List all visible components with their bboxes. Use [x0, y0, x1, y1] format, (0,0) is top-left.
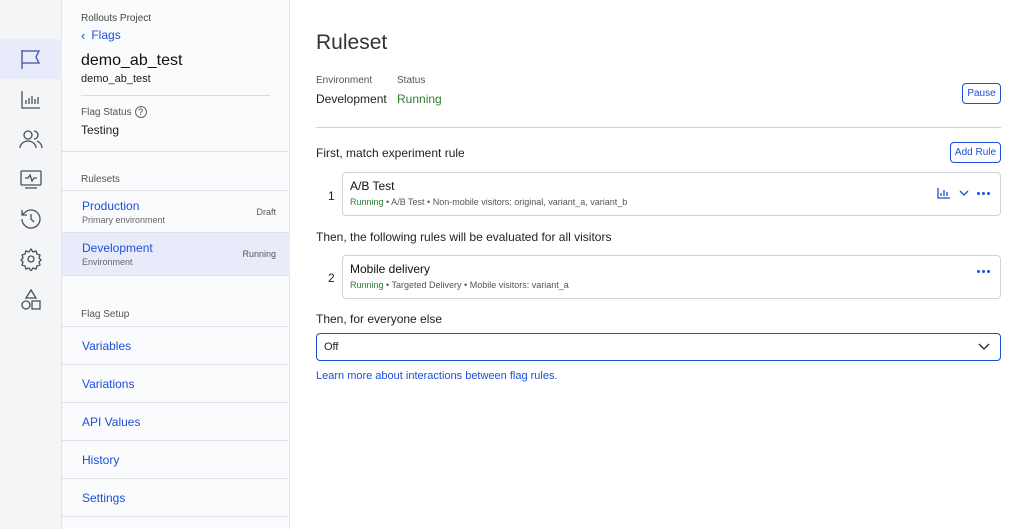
rule-meta: Running • A/B Test • Non-mobile visitors… — [350, 197, 627, 207]
monitor-pulse-icon — [20, 170, 42, 189]
icon-rail — [0, 0, 62, 529]
status-label: Status — [397, 75, 426, 86]
gear-icon — [20, 247, 42, 271]
rule-status: Running — [350, 197, 384, 207]
rule-details: • Targeted Delivery • Mobile visitors: v… — [383, 280, 569, 290]
flag-icon — [21, 50, 41, 69]
rule-number: 2 — [328, 271, 335, 285]
everyone-else-select[interactable]: Off — [316, 333, 1001, 361]
ruleset-production[interactable]: Production Primary environment Draft — [62, 191, 290, 233]
flag-sidebar: Rollouts Project ‹ Flags demo_ab_test de… — [62, 0, 290, 529]
more-options-icon[interactable] — [977, 270, 990, 273]
setup-settings[interactable]: Settings — [62, 478, 290, 516]
rule-meta: Running • Targeted Delivery • Mobile vis… — [350, 280, 569, 290]
flag-name: demo_ab_test — [81, 52, 183, 69]
setup-history[interactable]: History — [62, 440, 290, 478]
then-rules-heading: Then, the following rules will be evalua… — [316, 230, 612, 244]
first-rule-heading: First, match experiment rule — [316, 146, 465, 160]
more-options-icon[interactable] — [977, 191, 990, 195]
rail-shapes[interactable] — [0, 280, 62, 320]
everyone-else-heading: Then, for everyone else — [316, 312, 443, 326]
rulesets-label: Rulesets — [81, 174, 120, 185]
ruleset-state: Running — [242, 249, 276, 259]
help-icon[interactable]: ? — [134, 106, 147, 118]
environment-label: Environment — [316, 75, 373, 86]
rail-reports[interactable] — [0, 79, 62, 119]
environment-value: Development — [316, 92, 387, 106]
back-label: Flags — [91, 28, 121, 42]
add-rule-button[interactable]: Add Rule — [950, 142, 1001, 163]
setup-variables[interactable]: Variables — [62, 326, 290, 364]
learn-more-link[interactable]: Learn more about interactions between fl… — [316, 370, 558, 382]
ruleset-sub: Primary environment — [82, 215, 166, 225]
back-to-flags-link[interactable]: ‹ Flags — [81, 28, 121, 42]
chevron-down-icon[interactable] — [959, 190, 969, 197]
rule-status: Running — [350, 280, 384, 290]
shapes-icon — [21, 288, 41, 310]
ruleset-main: Ruleset Environment Development Status R… — [290, 0, 1034, 529]
bar-chart-icon — [21, 91, 40, 109]
divider — [62, 151, 290, 152]
rail-history[interactable] — [0, 199, 62, 239]
project-name: Rollouts Project — [81, 13, 152, 24]
flag-key: demo_ab_test — [81, 73, 151, 85]
rail-audiences[interactable] — [0, 119, 62, 159]
rule-actions — [937, 187, 990, 199]
flag-status-text: Flag Status — [81, 106, 132, 118]
setup-variations[interactable]: Variations — [62, 364, 290, 402]
status-value: Running — [397, 92, 442, 106]
rail-events[interactable] — [0, 159, 62, 199]
flag-status-value: Testing — [81, 123, 120, 137]
rule-card-ab-test[interactable]: A/B Test Running • A/B Test • Non-mobile… — [342, 172, 1001, 216]
select-value: Off — [324, 341, 339, 353]
chevron-left-icon: ‹ — [81, 27, 86, 43]
rail-flags[interactable] — [0, 39, 62, 79]
flag-status-label: Flag Status ? — [81, 106, 147, 118]
rule-number: 1 — [328, 189, 335, 203]
rail-settings[interactable] — [0, 239, 62, 279]
ruleset-development[interactable]: Development Environment Running — [62, 233, 290, 275]
bar-chart-icon[interactable] — [937, 187, 951, 199]
rule-name: A/B Test — [350, 179, 395, 193]
history-icon — [21, 209, 41, 229]
setup-api-values[interactable]: API Values — [62, 402, 290, 440]
page-title: Ruleset — [316, 31, 388, 54]
pause-button[interactable]: Pause — [962, 83, 1001, 104]
users-icon — [19, 130, 43, 149]
rule-card-mobile-delivery[interactable]: Mobile delivery Running • Targeted Deliv… — [342, 255, 1001, 299]
divider — [62, 275, 290, 276]
divider — [316, 127, 1001, 128]
rule-name: Mobile delivery — [350, 262, 431, 276]
divider — [62, 516, 290, 517]
divider — [81, 95, 270, 96]
flag-setup-label: Flag Setup — [81, 309, 130, 320]
ruleset-state: Draft — [256, 207, 276, 217]
rule-details: • A/B Test • Non-mobile visitors: origin… — [383, 197, 628, 207]
ruleset-name: Production — [82, 199, 140, 213]
rule-actions — [977, 270, 990, 273]
chevron-down-icon — [978, 343, 990, 350]
